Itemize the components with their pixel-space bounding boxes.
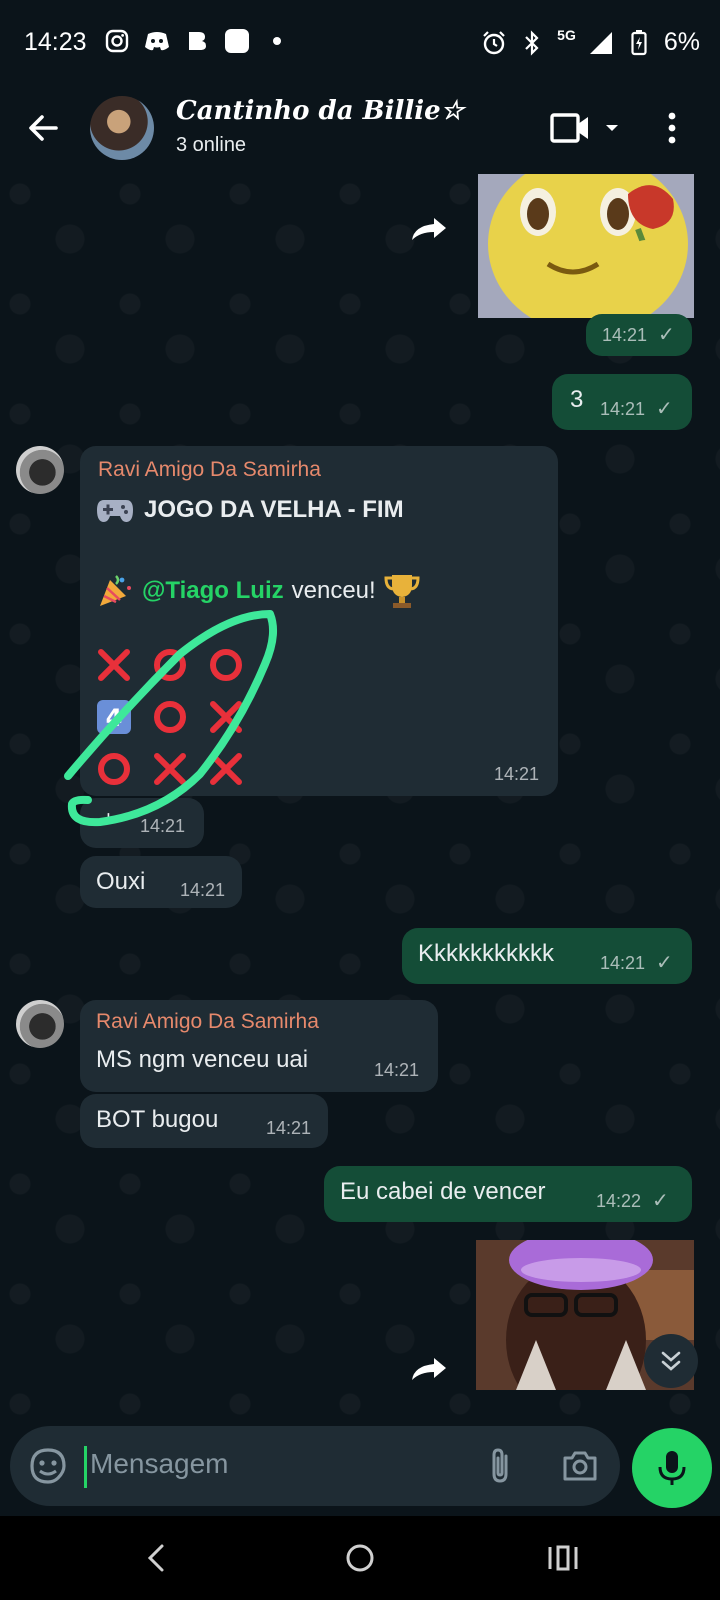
check-icon: ✓ xyxy=(656,952,673,974)
message-text: MS ngm venceu uai xyxy=(96,1046,309,1073)
camera-button[interactable] xyxy=(560,1446,600,1486)
message-input[interactable]: Mensagem xyxy=(90,1448,229,1480)
game-title: JOGO DA VELHA - FIM xyxy=(144,496,404,523)
message-outgoing[interactable]: Kkkkkkkkkkk 14:21 ✓ xyxy=(402,928,692,984)
composer: Mensagem xyxy=(0,1416,720,1516)
trophy-icon xyxy=(384,575,420,608)
sticker-icon xyxy=(30,1448,66,1484)
message-incoming[interactable]: Ouxi 14:21 xyxy=(80,856,242,908)
message-time: 14:22 xyxy=(596,1191,642,1211)
voice-message-button[interactable] xyxy=(632,1428,712,1508)
discord-icon xyxy=(144,28,170,54)
alarm-icon xyxy=(481,30,507,56)
signal-icon xyxy=(588,30,614,56)
message-time: 14:21 xyxy=(602,325,648,345)
system-icons: 5G 6% xyxy=(481,26,700,57)
nav-back-button[interactable] xyxy=(134,1534,182,1582)
chat-area[interactable]: 14:21 ✓ 3 14:21 ✓ Ravi Amigo Da Samirha … xyxy=(0,174,720,1416)
double-chevron-down-icon xyxy=(661,1351,681,1371)
message-text: Kkkkkkkkkkk xyxy=(418,940,555,967)
message-text: BOT bugou xyxy=(96,1106,219,1133)
battery-level: 6% xyxy=(663,28,700,56)
bluetooth-icon xyxy=(519,29,545,56)
status-time: 14:23 xyxy=(24,28,87,56)
winner-mention[interactable]: @Tiago Luiz xyxy=(142,577,284,605)
game-controller-icon xyxy=(97,500,133,522)
notification-icons xyxy=(104,28,290,54)
forward-icon xyxy=(412,1358,446,1380)
app-icon xyxy=(224,28,250,54)
arrow-left-icon xyxy=(29,115,58,141)
highlight-scribble xyxy=(64,610,278,827)
message-time: 14:21 xyxy=(374,1060,420,1080)
recents-icon xyxy=(548,1545,578,1571)
video-camera-icon xyxy=(550,113,618,143)
network-type: 5G xyxy=(557,26,576,43)
home-circle-icon xyxy=(346,1544,374,1572)
nav-home-button[interactable] xyxy=(336,1534,384,1582)
avatar[interactable] xyxy=(16,1000,64,1048)
message-outgoing[interactable]: Eu cabei de vencer 14:22 ✓ xyxy=(324,1166,692,1222)
group-avatar[interactable] xyxy=(90,96,154,160)
video-call-button[interactable] xyxy=(550,106,624,150)
forward-button[interactable] xyxy=(404,1342,454,1392)
attach-button[interactable] xyxy=(480,1446,520,1486)
message-time: 14:21 xyxy=(180,880,226,900)
message-text: Ouxi xyxy=(96,868,146,895)
message-time: 14:21 xyxy=(600,399,646,419)
message-incoming[interactable]: Ravi Amigo Da Samirha MS ngm venceu uai … xyxy=(80,1000,438,1092)
check-icon: ✓ xyxy=(652,1190,669,1212)
microphone-icon xyxy=(658,1451,686,1485)
battery-icon xyxy=(626,29,652,56)
check-icon: ✓ xyxy=(656,398,673,420)
message-incoming[interactable]: BOT bugou 14:21 xyxy=(80,1094,328,1148)
paperclip-icon xyxy=(492,1448,508,1483)
message-time: 14:21 xyxy=(494,764,540,784)
chat-header: Cantinho da Billie☆ 3 online xyxy=(0,84,720,174)
sticker-button[interactable] xyxy=(28,1446,68,1486)
message-time: 14:21 xyxy=(600,953,646,973)
check-icon: ✓ xyxy=(658,324,675,346)
message-outgoing[interactable]: 3 14:21 ✓ xyxy=(552,374,692,430)
more-options-button[interactable] xyxy=(660,106,684,150)
avatar[interactable] xyxy=(16,446,64,494)
emoji-sticker xyxy=(478,174,694,318)
system-navigation-bar xyxy=(0,1516,720,1600)
kebab-menu-icon xyxy=(668,112,676,144)
status-bar: 14:23 5G 6% xyxy=(0,0,720,84)
nav-recents-button[interactable] xyxy=(538,1534,586,1582)
b-icon xyxy=(184,28,210,54)
forward-icon xyxy=(412,218,446,240)
message-time: 14:21 xyxy=(266,1118,312,1138)
text-cursor xyxy=(84,1446,87,1488)
dot-icon xyxy=(264,28,290,54)
message-text: Eu cabei de vencer xyxy=(340,1178,546,1205)
sticker-image[interactable] xyxy=(478,174,694,318)
instagram-icon xyxy=(104,28,130,54)
chevron-left-icon xyxy=(147,1544,164,1572)
sender-name[interactable]: Ravi Amigo Da Samirha xyxy=(98,458,321,482)
back-button[interactable] xyxy=(22,106,66,150)
sticker-meta: 14:21 ✓ xyxy=(586,314,692,356)
message-input-container[interactable]: Mensagem xyxy=(10,1426,620,1506)
sender-name[interactable]: Ravi Amigo Da Samirha xyxy=(96,1010,319,1034)
message-text: 3 xyxy=(570,386,584,413)
scroll-down-button[interactable] xyxy=(644,1334,698,1388)
group-title[interactable]: Cantinho da Billie☆ xyxy=(176,96,464,126)
camera-icon xyxy=(563,1451,597,1481)
winner-text: venceu! xyxy=(291,577,376,604)
online-count: 3 online xyxy=(176,134,247,156)
forward-button[interactable] xyxy=(404,202,454,252)
